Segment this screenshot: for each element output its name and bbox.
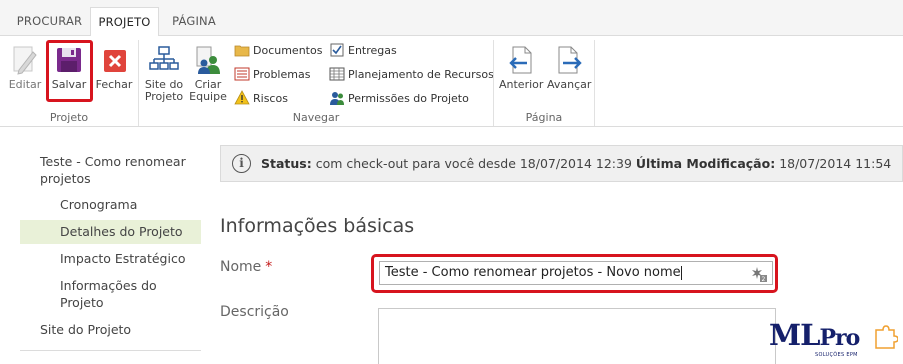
- issues-list-icon: [234, 67, 250, 81]
- next-label: Avançar: [547, 78, 592, 91]
- issues-label: Problemas: [253, 67, 311, 81]
- permissions-users-icon: [330, 92, 344, 105]
- arrow-right-icon: [558, 46, 582, 74]
- info-icon: i: [232, 154, 251, 173]
- last-modified-value: 18/07/2014 11:54: [779, 156, 892, 171]
- risks-label: Riscos: [253, 91, 288, 105]
- ribbon-tab-bar: PROCURAR PROJETO PÁGINA: [0, 0, 903, 37]
- arrow-left-icon: [509, 46, 532, 74]
- tab-procurar[interactable]: PROCURAR: [13, 7, 86, 37]
- close-icon: [104, 50, 126, 72]
- group-label-navegar: Navegar: [292, 111, 340, 124]
- next-button[interactable]: Avançar: [547, 44, 591, 91]
- group-divider: [594, 40, 595, 126]
- save-button-highlight: [46, 40, 93, 102]
- project-name-value: Teste - Como renomear projetos - Novo no…: [385, 265, 681, 280]
- nav-item-impacto-estrategico[interactable]: Impacto Estratégico: [20, 250, 201, 267]
- svg-text:2: 2: [762, 276, 766, 282]
- tab-projeto[interactable]: PROJETO: [90, 7, 159, 37]
- nav-item-informacoes-do-projeto[interactable]: Informações do Projeto: [20, 277, 201, 311]
- warning-icon: [234, 90, 250, 105]
- status-text: com check-out para você desde 18/07/2014…: [315, 156, 632, 171]
- project-permissions-label: Permissões do Projeto: [348, 91, 469, 105]
- group-label-pagina: Página: [525, 111, 563, 124]
- nav-item-project-name[interactable]: Teste - Como renomear projetos: [20, 153, 201, 187]
- name-field-label: Nome *: [220, 259, 272, 275]
- project-site-button[interactable]: Site do Projeto: [143, 44, 185, 103]
- deliverables-label: Entregas: [348, 43, 397, 57]
- required-marker: *: [265, 259, 273, 275]
- project-site-label-2: Projeto: [144, 90, 184, 103]
- description-input[interactable]: [378, 308, 776, 364]
- edit-icon: [13, 46, 37, 75]
- risks-button[interactable]: Riscos: [234, 88, 288, 108]
- previous-button[interactable]: Anterior: [499, 44, 543, 91]
- text-cursor: [680, 265, 682, 280]
- close-button[interactable]: Fechar: [95, 44, 133, 91]
- nav-item-site-do-projeto[interactable]: Site do Projeto: [20, 321, 201, 338]
- logo-wordmark: MLPro: [769, 318, 860, 352]
- deliverables-button[interactable]: Entregas: [329, 40, 397, 60]
- resource-planning-button[interactable]: Planejamento de Recursos: [329, 64, 494, 84]
- group-label-projeto: Projeto: [49, 111, 89, 124]
- edit-label: Editar: [8, 78, 42, 91]
- calendar-grid-icon: [329, 67, 345, 81]
- logo-subtitle: SOLUÇÕES EPM: [815, 352, 858, 358]
- project-permissions-button[interactable]: Permissões do Projeto: [329, 88, 469, 108]
- sitemap-icon: [149, 46, 179, 70]
- spellcheck-icon[interactable]: 2: [751, 266, 767, 282]
- last-modified-label: Última Modificação:: [635, 156, 776, 171]
- team-icon: [196, 46, 220, 74]
- logo-puzzle-icon: [875, 325, 898, 349]
- section-title: Informações básicas: [220, 215, 415, 237]
- create-team-label-2: Equipe: [189, 90, 227, 103]
- status-bar: i Status: com check-out para você desde …: [220, 145, 903, 182]
- nav-divider: [20, 350, 201, 351]
- nav-item-cronograma[interactable]: Cronograma: [20, 196, 201, 213]
- issues-button[interactable]: Problemas: [234, 64, 310, 84]
- previous-label: Anterior: [499, 78, 544, 91]
- create-team-button[interactable]: Criar Equipe: [188, 44, 228, 103]
- resource-planning-label: Planejamento de Recursos: [348, 67, 494, 81]
- edit-button[interactable]: Editar: [7, 44, 43, 91]
- description-field-label: Descrição: [220, 304, 289, 320]
- deliverables-icon: [330, 43, 344, 57]
- name-label-text: Nome: [220, 259, 262, 275]
- status-label: Status:: [261, 156, 312, 171]
- tab-pagina[interactable]: PÁGINA: [164, 7, 224, 37]
- folder-icon: [234, 45, 250, 57]
- nav-item-detalhes-do-projeto[interactable]: Detalhes do Projeto: [20, 220, 201, 244]
- documents-label: Documentos: [253, 43, 323, 57]
- ribbon: Editar Salvar Fechar Projeto Site do Pro…: [0, 36, 903, 127]
- project-name-input[interactable]: Teste - Como renomear projetos - Novo no…: [379, 261, 773, 285]
- mlpro-logo: MLPro SOLUÇÕES EPM: [769, 318, 899, 364]
- documents-button[interactable]: Documentos: [234, 40, 322, 60]
- close-label: Fechar: [95, 78, 133, 91]
